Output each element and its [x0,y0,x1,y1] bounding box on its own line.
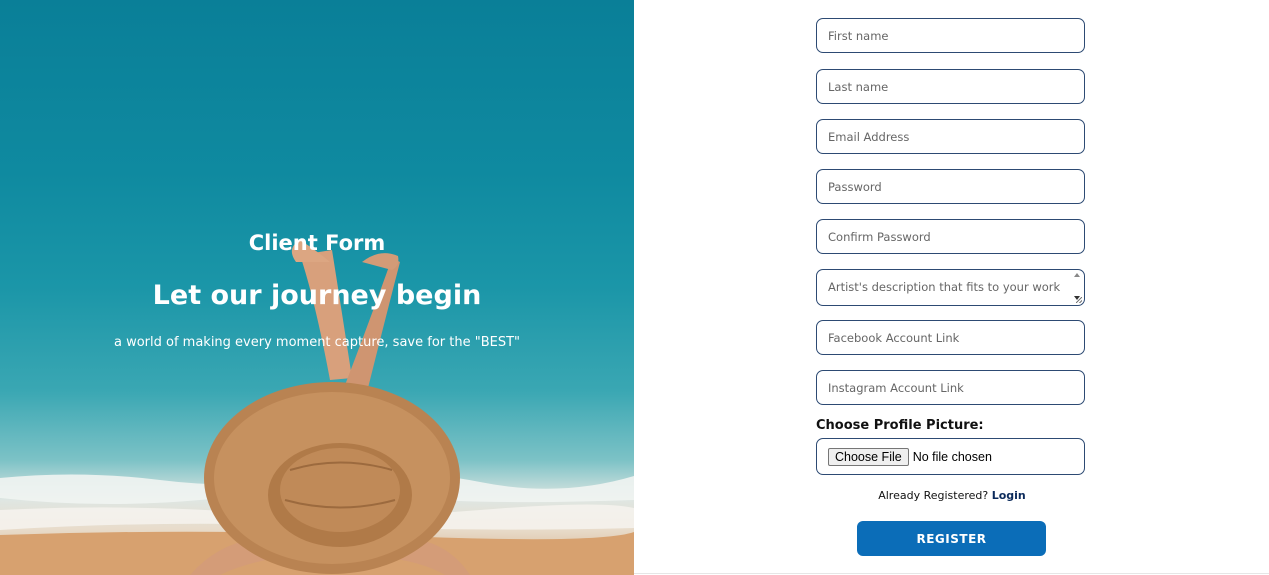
login-prompt: Already Registered? Login [816,489,1088,502]
email-field [816,119,1085,154]
profile-picture-label: Choose Profile Picture: [816,418,984,433]
file-status-text: No file chosen [912,449,992,464]
login-link[interactable]: Login [992,489,1026,502]
resize-grip-icon[interactable] [1076,297,1082,303]
first-name-input[interactable] [817,19,1084,52]
instagram-link-input[interactable] [817,371,1084,404]
confirm-password-field [816,219,1085,254]
textarea-scroll-arrows[interactable] [1072,273,1081,300]
facebook-link-input[interactable] [817,321,1084,354]
password-field [816,169,1085,204]
password-input[interactable] [817,170,1084,203]
hero-headline: Let our journey begin [152,280,482,311]
hero-panel: Client Form Let our journey begin a worl… [0,0,634,575]
register-button[interactable]: REGISTER [857,521,1046,556]
hero-tagline: a world of making every moment capture, … [113,335,521,350]
last-name-input[interactable] [817,70,1084,103]
instagram-field [816,370,1085,405]
facebook-field [816,320,1085,355]
choose-file-button[interactable]: Choose File [828,447,909,466]
description-field [816,269,1085,306]
last-name-field [816,69,1085,104]
login-prompt-text: Already Registered? [878,489,989,502]
email-input[interactable] [817,120,1084,153]
profile-picture-field: Choose File No file chosen [816,438,1085,475]
bottom-divider [634,573,1269,574]
hero-title: Client Form [248,231,386,255]
description-textarea[interactable] [817,270,1084,305]
confirm-password-input[interactable] [817,220,1084,253]
first-name-field [816,18,1085,53]
scroll-up-icon[interactable] [1073,273,1080,277]
